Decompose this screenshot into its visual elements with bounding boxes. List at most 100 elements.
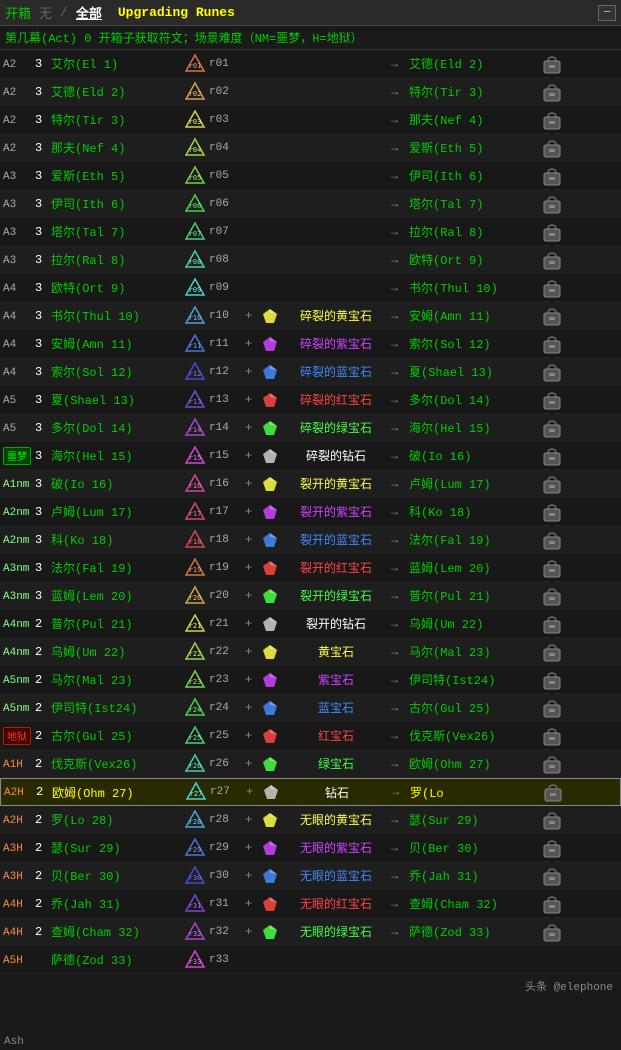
rune-code: r23 (209, 674, 245, 686)
rune-name: 罗(Lo 28) (51, 811, 181, 828)
rune-icon: r08 (181, 249, 209, 271)
difficulty-level: A4H (3, 925, 35, 939)
arrow: → (391, 197, 409, 211)
quantity: 2 (35, 757, 51, 771)
header-bar: 开箱 无 / 全部 Upgrading Runes ─ (0, 0, 621, 26)
arrow: → (391, 281, 409, 295)
quantity: 2 (35, 925, 51, 939)
result-name: 卢姆(Lum 17) (409, 475, 539, 492)
gem-icon (259, 896, 281, 912)
rune-icon: r04 (181, 137, 209, 159)
quantity: 3 (35, 113, 51, 127)
arrow: → (391, 869, 409, 883)
gem-name: 裂开的紫宝石 (281, 503, 391, 520)
result-name: 艾德(Eld 2) (409, 55, 539, 72)
difficulty-level: A2H (3, 813, 35, 827)
difficulty-level: 噩梦 (3, 447, 35, 465)
rune-code: r08 (209, 254, 245, 266)
quantity: 2 (35, 645, 51, 659)
rune-name: 贝(Ber 30) (51, 867, 181, 884)
rune-name: 艾德(Eld 2) (51, 83, 181, 100)
svg-text:r04: r04 (189, 146, 202, 154)
gem-icon (259, 924, 281, 940)
gem-icon (259, 420, 281, 436)
plus-sign: + (245, 561, 259, 575)
title-open: 开箱 (5, 3, 31, 22)
rune-name: 伊司特(Ist24) (51, 699, 181, 716)
result-name: 海尔(Hel 15) (409, 419, 539, 436)
result-name: 科(Ko 18) (409, 503, 539, 520)
arrow: → (391, 253, 409, 267)
arrow: → (391, 589, 409, 603)
quantity: 2 (35, 673, 51, 687)
svg-text:r07: r07 (189, 230, 202, 238)
result-name: 法尔(Fal 19) (409, 531, 539, 548)
result-name: 普尔(Pul 21) (409, 587, 539, 604)
svg-text:r25: r25 (189, 734, 202, 742)
svg-text:r11: r11 (189, 342, 202, 350)
plus-sign: + (245, 645, 259, 659)
title-subtitle: Upgrading Runes (118, 5, 235, 20)
result-name: 那夫(Nef 4) (409, 111, 539, 128)
difficulty-level: A4nm (3, 617, 35, 631)
rune-icon: r21 (181, 613, 209, 635)
difficulty-level: 地狱 (3, 727, 35, 745)
result-bag-icon (539, 417, 565, 439)
quantity: 2 (35, 729, 51, 743)
svg-text:r32: r32 (189, 930, 202, 938)
rune-icon: r25 (181, 725, 209, 747)
result-bag-icon (539, 669, 565, 691)
table-row: A3 3 爱斯(Eth 5) r05 r05 → 伊司(Ith 6) (0, 162, 621, 190)
rune-code: r12 (209, 366, 245, 378)
quantity: 3 (35, 169, 51, 183)
result-name: 多尔(Dol 14) (409, 391, 539, 408)
close-button[interactable]: ─ (598, 5, 616, 21)
rune-icon: r33 (181, 949, 209, 971)
rune-name: 书尔(Thul 10) (51, 307, 181, 324)
gem-icon (259, 476, 281, 492)
rune-name: 马尔(Mal 23) (51, 671, 181, 688)
plus-sign: + (245, 449, 259, 463)
difficulty-level: A3nm (3, 589, 35, 603)
rune-icon: r31 (181, 893, 209, 915)
difficulty-level: A1nm (3, 477, 35, 491)
nm-badge: 噩梦 (3, 447, 31, 465)
sub-header: 第几幕(Act) 0 开箱子获取符文；场景难度（NM=噩梦，H=地狱） (0, 26, 621, 50)
quantity: 3 (35, 449, 51, 463)
rune-name: 乌姆(Um 22) (51, 643, 181, 660)
gem-icon (259, 700, 281, 716)
arrow: → (391, 841, 409, 855)
gem-name: 裂开的黄宝石 (281, 475, 391, 492)
rune-icon: r26 (181, 753, 209, 775)
plus-sign: + (245, 421, 259, 435)
arrow: → (391, 57, 409, 71)
rune-icon: r05 (181, 165, 209, 187)
arrow: → (391, 701, 409, 715)
arrow: → (391, 225, 409, 239)
plus-sign: + (245, 533, 259, 547)
table-row: A5 3 夏(Shael 13) r13 r13 + 碎裂的红宝石 → 多尔(D… (0, 386, 621, 414)
rune-name: 卢姆(Lum 17) (51, 503, 181, 520)
table-row: A4 3 书尔(Thul 10) r10 r10 + 碎裂的黄宝石 → 安姆(A… (0, 302, 621, 330)
gem-name: 碎裂的红宝石 (281, 391, 391, 408)
result-bag-icon (539, 53, 565, 75)
table-row: A3H 2 贝(Ber 30) r30 r30 + 无眼的蓝宝石 → 乔(Jah… (0, 862, 621, 890)
tab-all[interactable]: 全部 (76, 3, 102, 22)
table-row: A1H 2 伐克斯(Vex26) r26 r26 + 绿宝石 → 欧姆(Ohm … (0, 750, 621, 778)
result-name: 夏(Shael 13) (409, 363, 539, 380)
table-row: A5H 萨德(Zod 33) r33 r33 (0, 946, 621, 974)
result-name: 索尔(Sol 12) (409, 335, 539, 352)
rune-code: r15 (209, 450, 245, 462)
quantity: 2 (35, 897, 51, 911)
table-row: A3nm 3 法尔(Fal 19) r19 r19 + 裂开的红宝石 → 蓝姆(… (0, 554, 621, 582)
result-name: 瑟(Sur 29) (409, 811, 539, 828)
rune-name: 海尔(Hel 15) (51, 447, 181, 464)
gem-name: 碎裂的黄宝石 (281, 307, 391, 324)
table-row: A2nm 3 卢姆(Lum 17) r17 r17 + 裂开的紫宝石 → 科(K… (0, 498, 621, 526)
gem-icon (259, 616, 281, 632)
arrow: → (391, 85, 409, 99)
separator2: / (60, 5, 68, 20)
bottom-label: Ash (0, 1034, 28, 1050)
quantity: 3 (35, 57, 51, 71)
plus-sign: + (245, 729, 259, 743)
